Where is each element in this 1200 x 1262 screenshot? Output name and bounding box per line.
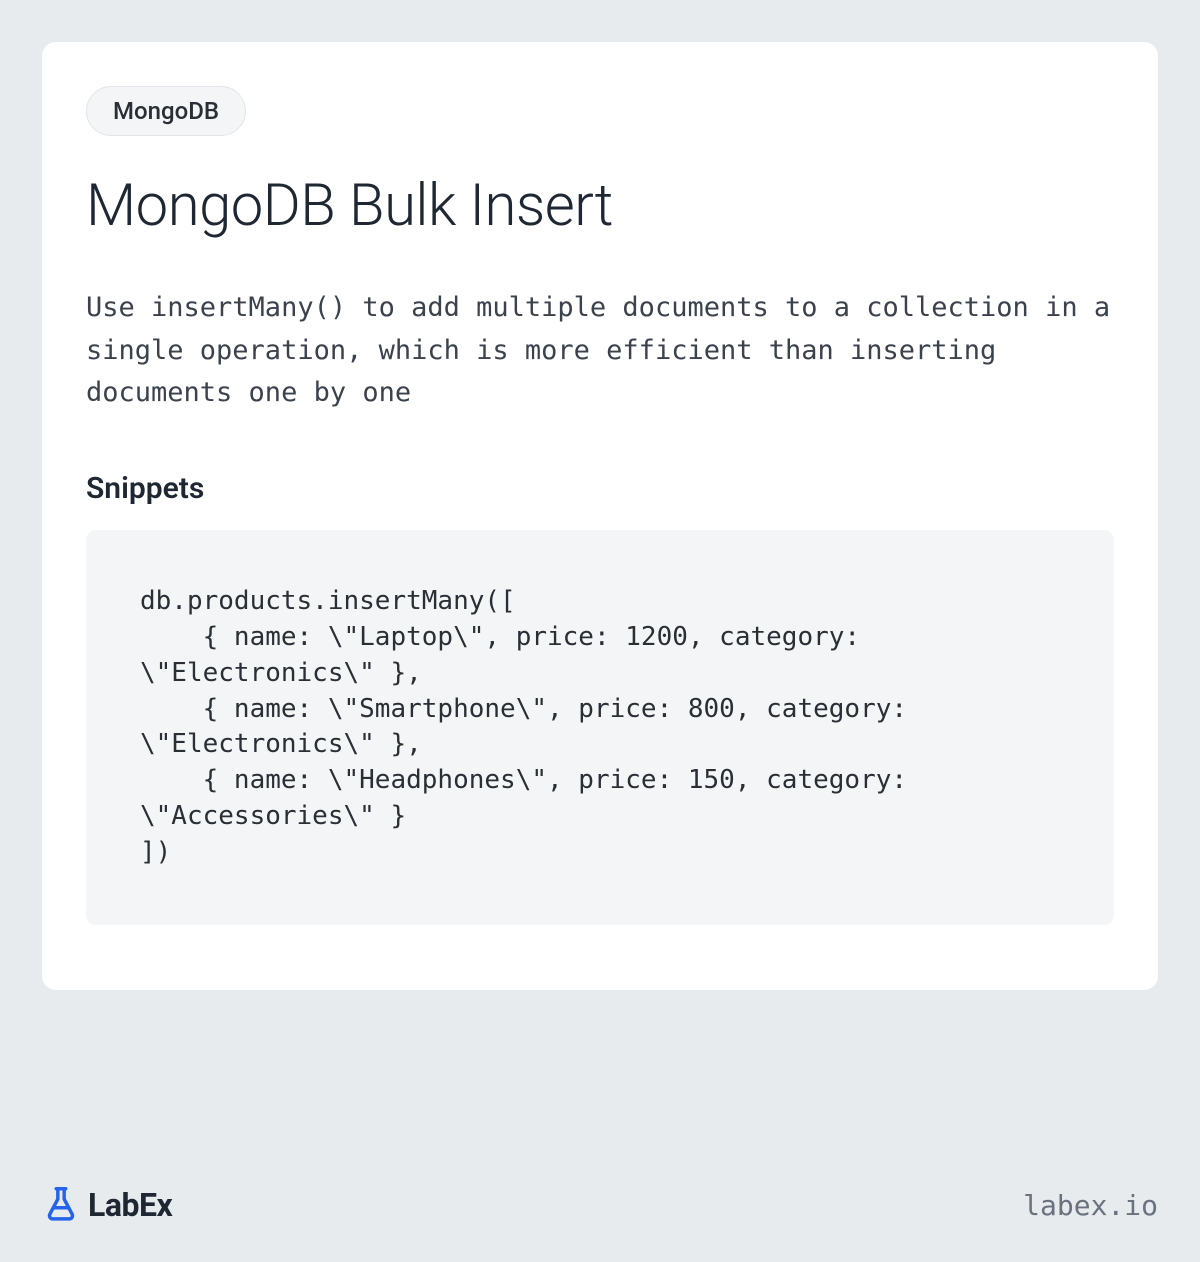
description-text: Use insertMany() to add multiple documen… [86, 287, 1114, 415]
brand-name: LabEx [88, 1186, 172, 1224]
footer: LabEx labex.io [42, 1184, 1158, 1226]
category-tag: MongoDB [86, 86, 246, 136]
code-block: db.products.insertMany([ { name: \"Lapto… [86, 530, 1114, 925]
content-card: MongoDB MongoDB Bulk Insert Use insertMa… [42, 42, 1158, 990]
code-content: db.products.insertMany([ { name: \"Lapto… [140, 584, 1060, 871]
snippets-heading: Snippets [86, 471, 1114, 506]
page-title: MongoDB Bulk Insert [86, 174, 1114, 239]
brand-logo: LabEx [42, 1184, 172, 1226]
flask-icon [42, 1184, 80, 1226]
brand-url: labex.io [1023, 1189, 1158, 1222]
